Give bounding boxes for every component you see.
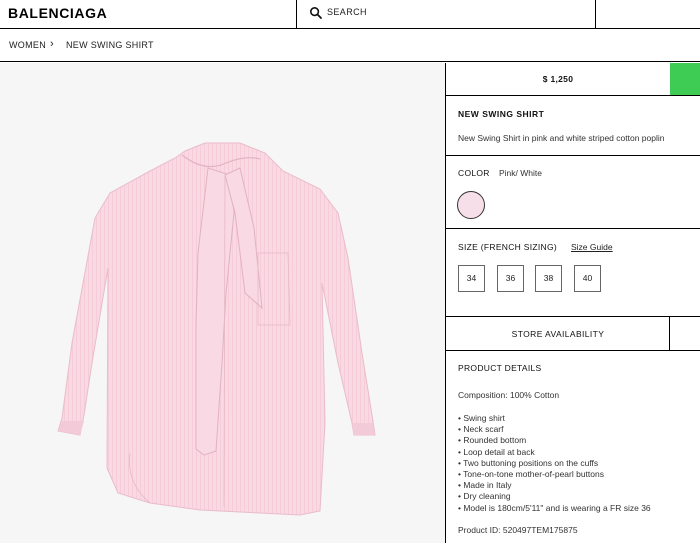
list-item: • Model is 180cm/5'11" and is wearing a … [458, 502, 651, 513]
list-item: • Loop detail at back [458, 446, 535, 457]
product-price: $ 1,250 [542, 74, 574, 84]
list-item: • Tone-on-tone mother-of-pearl buttons [458, 469, 604, 480]
product-details: PRODUCT DETAILS Composition: 100% Cotton… [446, 351, 700, 543]
product-info: NEW SWING SHIRT New Swing Shirt in pink … [446, 96, 700, 156]
shirt-illustration [57, 142, 376, 516]
size-36-button[interactable]: 36 [497, 265, 524, 292]
size-guide-link[interactable]: Size Guide [571, 242, 613, 252]
color-selector: COLOR Pink/ White [446, 156, 700, 229]
size-34-button[interactable]: 34 [458, 265, 485, 292]
color-label: COLOR [458, 168, 490, 178]
product-details-title: PRODUCT DETAILS [458, 363, 542, 373]
size-40-button[interactable]: 40 [574, 265, 601, 292]
product-description: New Swing Shirt in pink and white stripe… [458, 133, 665, 143]
size-38-button[interactable]: 38 [535, 265, 562, 292]
breadcrumb: WOMEN › NEW SWING SHIRT [0, 29, 700, 62]
list-item: • Two buttoning positions on the cuffs [458, 457, 599, 468]
color-value: Pink/ White [499, 168, 542, 178]
list-item: • Swing shirt [458, 413, 505, 423]
list-item: • Rounded bottom [458, 435, 527, 446]
store-availability-button[interactable]: STORE AVAILABILITY [446, 317, 670, 350]
brand-logo[interactable]: BALENCIAGA [8, 5, 107, 21]
details-list: • Swing shirt • Neck scarf • Rounded bot… [458, 413, 651, 514]
product-image[interactable] [0, 63, 446, 543]
size-label: SIZE (FRENCH SIZING) [458, 242, 558, 252]
breadcrumb-women[interactable]: WOMEN [9, 40, 46, 50]
product-name: NEW SWING SHIRT [458, 109, 545, 119]
size-selector: SIZE (FRENCH SIZING) Size Guide 34 36 38… [446, 229, 700, 317]
store-availability-row: STORE AVAILABILITY [446, 317, 700, 351]
add-to-bag-button[interactable] [670, 63, 700, 95]
chevron-right-icon: › [50, 38, 54, 50]
product-panel: $ 1,250 NEW SWING SHIRT New Swing Shirt … [446, 63, 700, 543]
search-icon[interactable] [309, 6, 323, 20]
top-navigation: BALENCIAGA SEARCH [0, 0, 700, 29]
list-item: • Dry cleaning [458, 491, 511, 502]
price-row: $ 1,250 [446, 63, 700, 96]
list-item: • Neck scarf [458, 424, 504, 435]
store-availability-label: STORE AVAILABILITY [511, 329, 605, 339]
list-item: • Made in Italy [458, 480, 512, 491]
search-label[interactable]: SEARCH [327, 7, 367, 17]
composition: Composition: 100% Cotton [458, 390, 560, 400]
color-swatch-pink-white[interactable] [457, 191, 485, 219]
breadcrumb-current: NEW SWING SHIRT [66, 40, 154, 50]
product-id: Product ID: 520497TEM175875 [458, 525, 578, 535]
search-bar[interactable]: SEARCH [296, 0, 596, 28]
